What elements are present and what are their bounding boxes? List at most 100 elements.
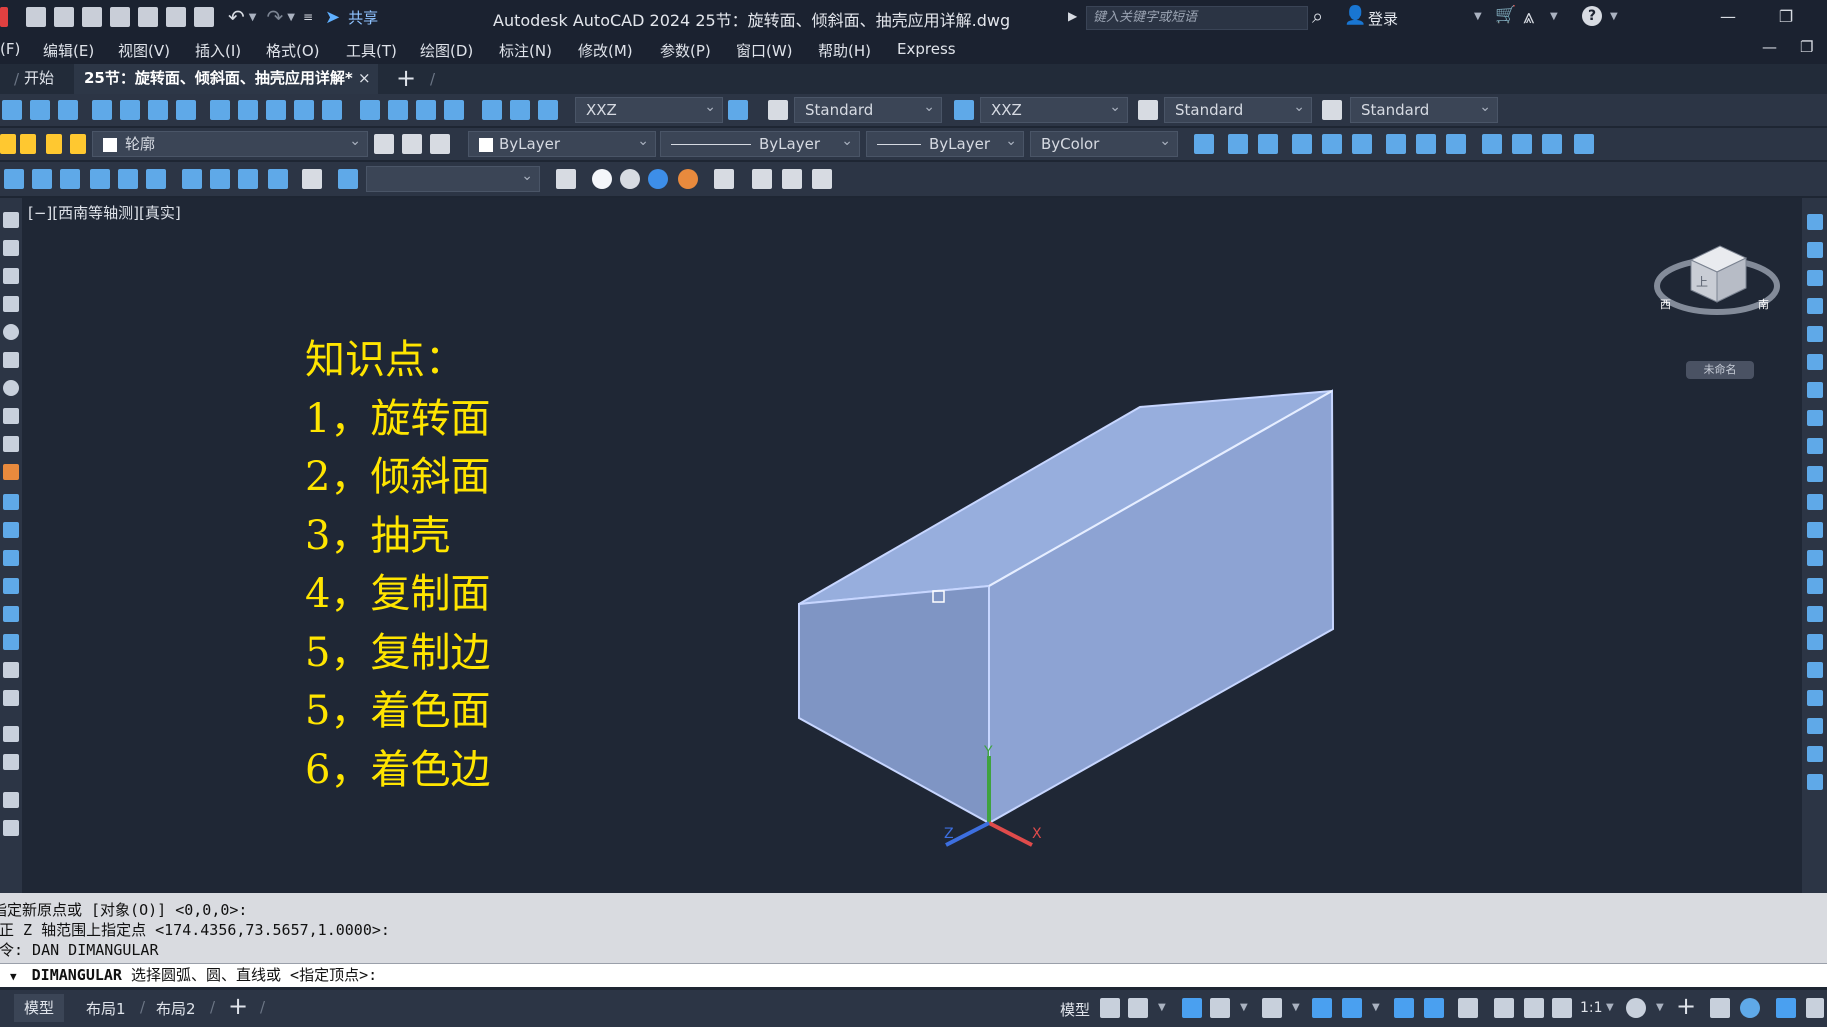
scale-dropdown-icon[interactable]: ▼ (1606, 1002, 1614, 1013)
subtract-icon[interactable] (32, 169, 52, 189)
palette-tool-icon[interactable] (1807, 718, 1823, 734)
expand-search-icon[interactable]: ▶ (1068, 9, 1077, 23)
slice-icon[interactable] (3, 662, 19, 678)
web-save-icon[interactable] (138, 7, 158, 27)
doc-minimize-icon[interactable]: — (1762, 38, 1777, 56)
lineweight-select[interactable]: ByLayer (866, 131, 1024, 157)
layer-on-icon[interactable] (0, 134, 16, 154)
hardware-acceleration-icon[interactable] (1776, 998, 1796, 1018)
radius-icon[interactable] (120, 100, 140, 120)
text-style-select[interactable]: Standard (794, 97, 942, 123)
baseline-icon[interactable] (238, 100, 258, 120)
edit-dim-text-icon[interactable] (510, 100, 530, 120)
palette-tool-icon[interactable] (1807, 410, 1823, 426)
undo-dropdown-icon[interactable]: ▼ (249, 12, 257, 23)
continuous-orbit-icon[interactable] (812, 169, 832, 189)
move-faces-icon[interactable] (118, 169, 138, 189)
helix-icon[interactable] (3, 436, 19, 452)
sphere-icon[interactable] (3, 324, 19, 340)
dim-style-manager-icon[interactable] (954, 100, 974, 120)
ucs-face-icon[interactable] (1292, 134, 1312, 154)
section-plane-icon[interactable] (3, 634, 19, 650)
revolve-icon[interactable] (3, 578, 19, 594)
ucs-view-icon[interactable] (1352, 134, 1372, 154)
box-icon[interactable] (3, 212, 19, 228)
presspull-icon[interactable] (3, 522, 19, 538)
sweep-icon[interactable] (3, 550, 19, 566)
make-current-layer-icon[interactable] (374, 134, 394, 154)
palette-tool-icon[interactable] (1807, 662, 1823, 678)
loft-icon[interactable] (3, 606, 19, 622)
ucs-x-icon[interactable] (1386, 134, 1406, 154)
palette-tool-icon[interactable] (1807, 438, 1823, 454)
menu-help[interactable]: 帮助(H) (818, 40, 871, 61)
palette-tool-icon[interactable] (1807, 326, 1823, 342)
tab-start[interactable]: 开始 (14, 64, 64, 94)
ucs-menu-button[interactable]: 未命名 (1686, 361, 1754, 379)
share-label[interactable]: 共享 (348, 7, 378, 28)
arc-icon[interactable] (30, 100, 50, 120)
palette-tool-icon[interactable] (1807, 690, 1823, 706)
delete-faces-icon[interactable] (182, 169, 202, 189)
menu-dimension[interactable]: 标注(N) (499, 40, 552, 61)
menu-file[interactable]: (F) (0, 40, 20, 58)
menu-insert[interactable]: 插入(I) (195, 40, 241, 61)
3d-move-icon[interactable] (3, 754, 19, 770)
dim-style-select-2[interactable]: XXZ (980, 97, 1128, 123)
undo-icon[interactable]: ↶ (228, 5, 245, 29)
sphere-blue-icon[interactable] (648, 169, 668, 189)
menu-tools[interactable]: 工具(T) (346, 40, 397, 61)
osnap-dropdown-icon[interactable]: ▼ (1372, 1002, 1380, 1013)
login-dropdown-icon[interactable]: ▼ (1474, 11, 1482, 22)
pyramid-icon[interactable] (3, 296, 19, 312)
arc-dim-icon[interactable] (92, 100, 112, 120)
menu-express[interactable]: Express (897, 40, 956, 58)
isolate-objects-icon[interactable] (1740, 998, 1760, 1018)
auto-scale-icon[interactable] (1524, 998, 1544, 1018)
ucs-manager-icon[interactable] (1574, 134, 1594, 154)
palette-tool-icon[interactable] (1807, 354, 1823, 370)
orbit-icon[interactable] (752, 169, 772, 189)
layer-vp-freeze-icon[interactable] (46, 134, 62, 154)
visual-style-select[interactable] (366, 166, 540, 192)
layer-states-icon[interactable] (430, 134, 450, 154)
inspect-icon[interactable] (416, 100, 436, 120)
space-icon[interactable] (294, 100, 314, 120)
menu-format[interactable]: 格式(O) (266, 40, 320, 61)
restore-window-icon[interactable]: ❐ (1771, 5, 1801, 29)
doc-restore-icon[interactable]: ❐ (1800, 38, 1813, 56)
model-space-button[interactable]: 模型 (1060, 999, 1090, 1020)
imprint-icon[interactable] (338, 169, 358, 189)
palette-tool-icon[interactable] (1807, 494, 1823, 510)
3d-align-icon[interactable] (3, 820, 19, 836)
solid-front-face[interactable] (798, 584, 990, 825)
isodraft-dropdown-icon[interactable]: ▼ (1292, 1002, 1300, 1013)
menu-window[interactable]: 窗口(W) (736, 40, 793, 61)
offset-faces-icon[interactable] (146, 169, 166, 189)
annotation-visibility-icon[interactable] (1494, 998, 1514, 1018)
extrude-icon[interactable] (3, 494, 19, 510)
edit-dim-icon[interactable] (482, 100, 502, 120)
workspace-gear-icon[interactable] (1626, 998, 1646, 1018)
dimension-icon[interactable] (58, 100, 78, 120)
app-menu-icon[interactable] (0, 7, 8, 27)
palette-tool-icon[interactable] (1807, 634, 1823, 650)
units-icon[interactable] (1710, 998, 1730, 1018)
menu-draw[interactable]: 绘图(D) (420, 40, 473, 61)
user-icon[interactable]: 👤 (1344, 5, 1366, 26)
palette-tool-icon[interactable] (1807, 774, 1823, 790)
redo-dropdown-icon[interactable]: ▼ (287, 12, 295, 23)
save-icon[interactable] (82, 7, 102, 27)
clean-screen-icon[interactable] (1806, 998, 1824, 1018)
palette-tool-icon[interactable] (1807, 382, 1823, 398)
login-button[interactable]: 登录 (1368, 8, 1398, 29)
tolerance-icon[interactable] (360, 100, 380, 120)
free-orbit-icon[interactable] (782, 169, 802, 189)
mleader-style-icon[interactable] (1322, 100, 1342, 120)
layer-freeze-icon[interactable] (20, 134, 36, 154)
color-select[interactable]: ByLayer (468, 131, 656, 157)
layer-previous-icon[interactable] (402, 134, 422, 154)
copy-faces-icon[interactable] (268, 169, 288, 189)
polysolid-icon[interactable] (3, 408, 19, 424)
mobile-save-icon[interactable] (166, 7, 186, 27)
